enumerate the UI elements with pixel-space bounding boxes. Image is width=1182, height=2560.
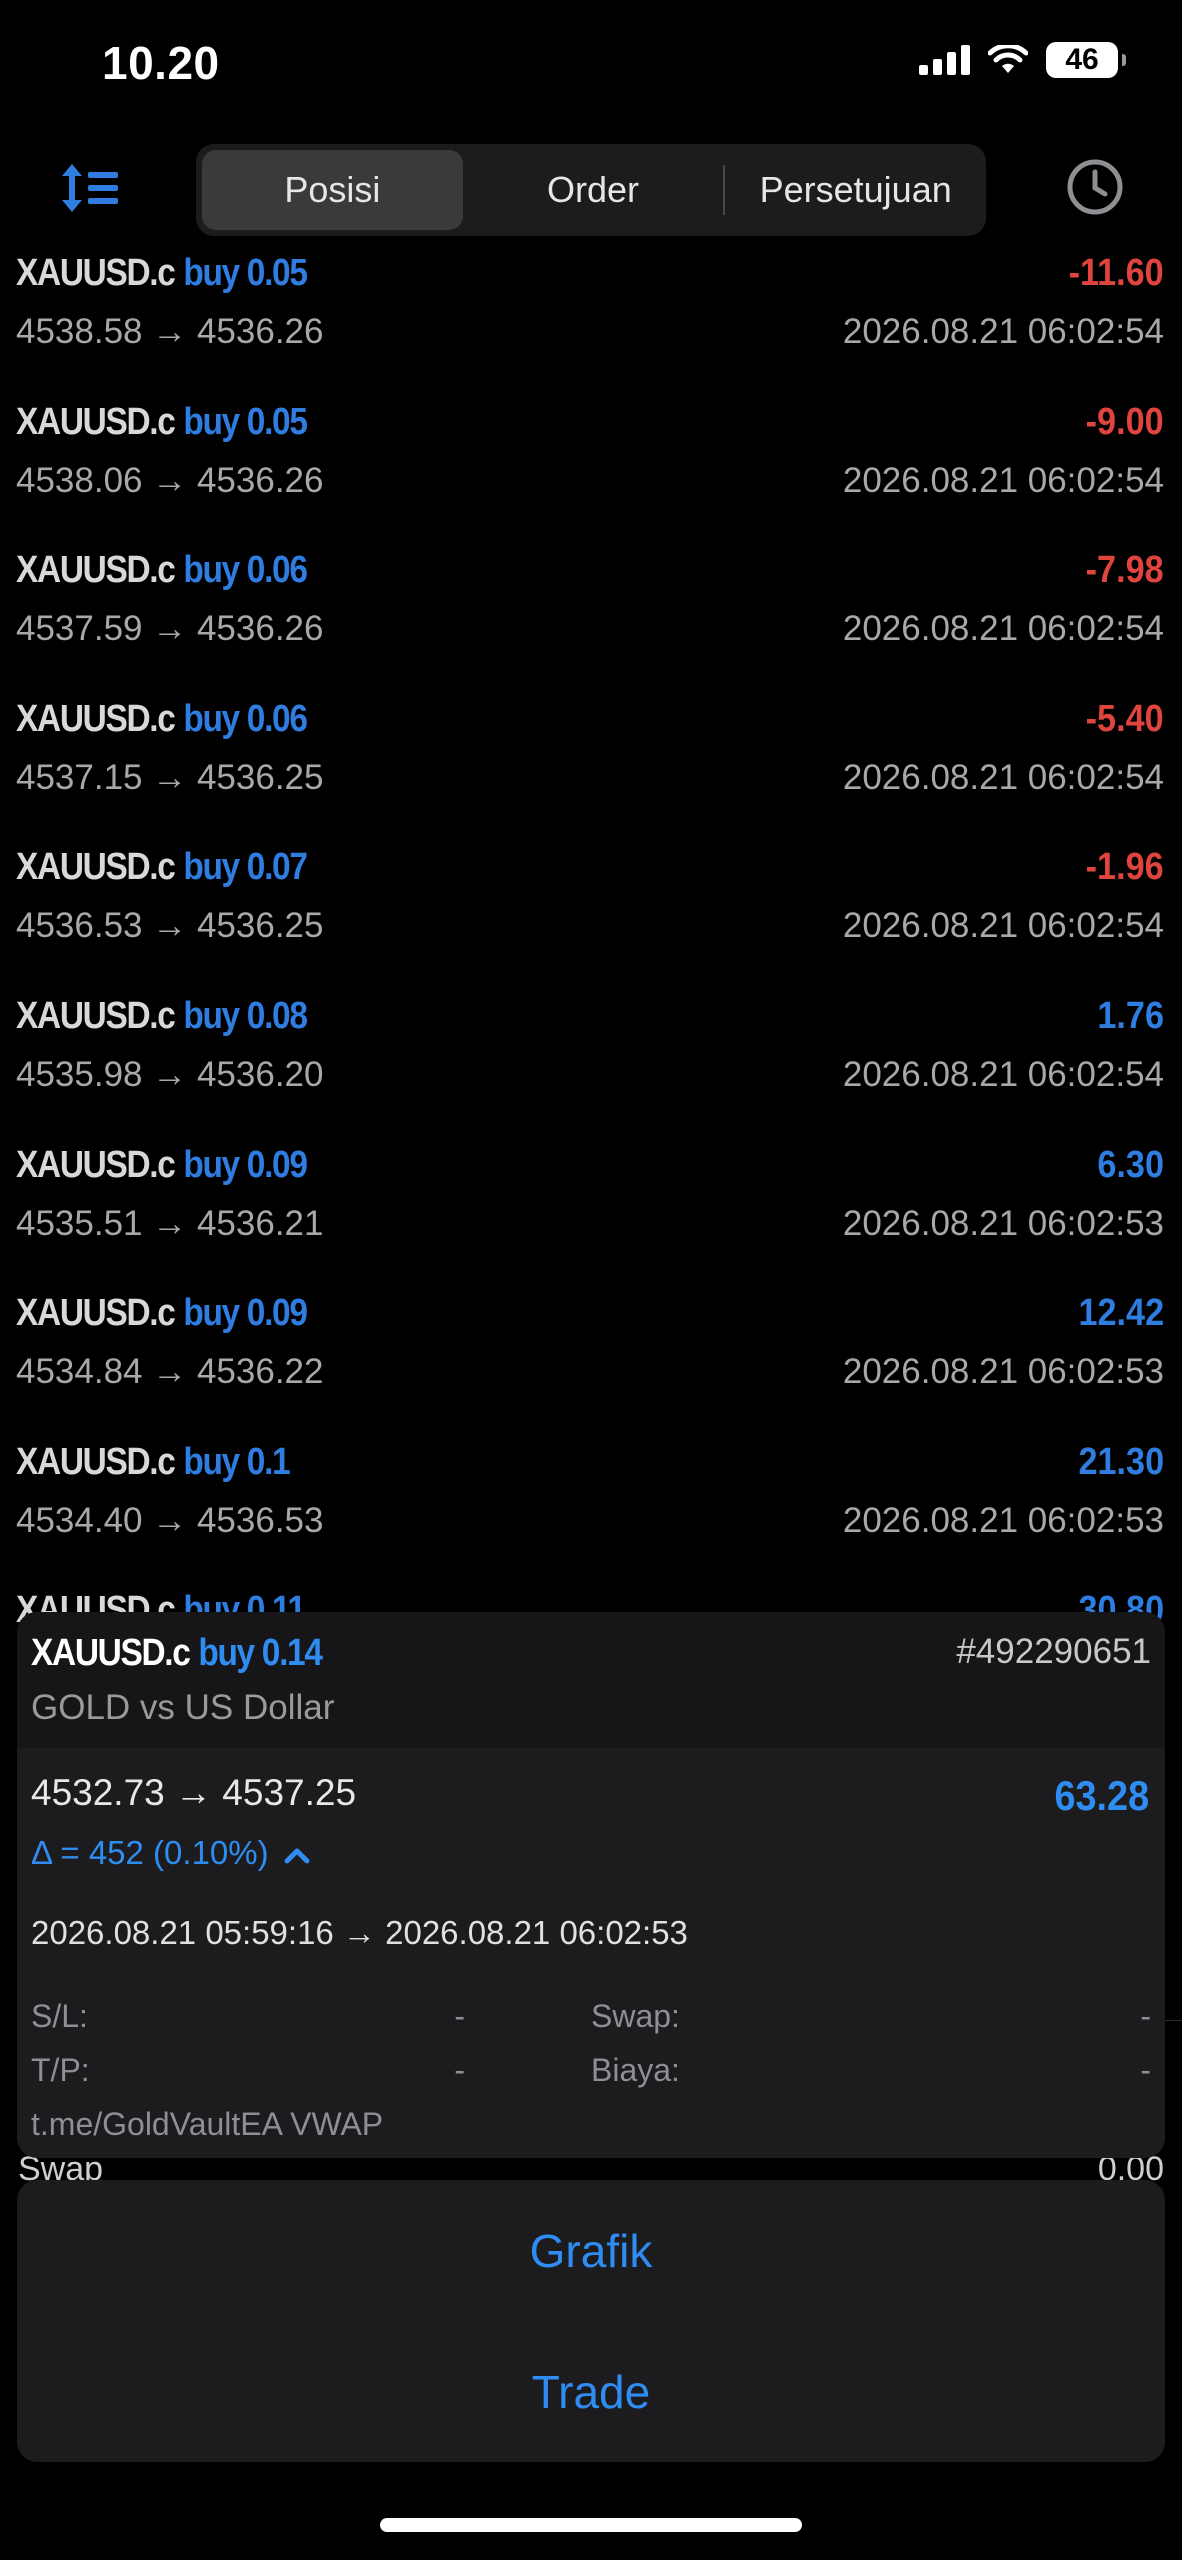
position-prices: 4537.15 → 4536.25 (16, 757, 324, 797)
position-row[interactable]: XAUUSD.c buy 0.08 1.76 4535.98 → 4536.20 … (0, 983, 1182, 1132)
detail-prices: 4532.73 → 4537.25 (31, 1772, 357, 1813)
position-time: 2026.08.21 06:02:54 (842, 312, 1164, 351)
detail-symbol: XAUUSD.c (31, 1632, 191, 1674)
detail-profit: 63.28 (1054, 1772, 1149, 1819)
position-time: 2026.08.21 06:02:54 (842, 906, 1164, 946)
position-symbol: XAUUSD.c (16, 400, 176, 443)
position-side: buy 0.09 (183, 1292, 308, 1335)
position-profit: -9.00 (1086, 400, 1164, 443)
detail-side: buy 0.14 (198, 1632, 323, 1674)
tab-persetujuan[interactable]: Persetujuan (725, 150, 986, 230)
position-symbol: XAUUSD.c (16, 846, 176, 889)
position-side: buy 0.05 (183, 252, 308, 294)
position-side: buy 0.07 (183, 846, 308, 889)
home-indicator[interactable] (380, 2518, 802, 2532)
position-time: 2026.08.21 06:02:54 (842, 1054, 1164, 1094)
position-row[interactable]: XAUUSD.c buy 0.06 -5.40 4537.15 → 4536.25… (0, 686, 1182, 835)
position-row[interactable]: XAUUSD.c buy 0.09 6.30 4535.51 → 4536.21 … (0, 1132, 1182, 1281)
position-side: buy 0.09 (183, 1143, 308, 1186)
position-time: 2026.08.21 06:02:54 (842, 757, 1164, 797)
tp-value: - (454, 2052, 465, 2088)
history-clock-icon[interactable] (1066, 158, 1124, 216)
position-profit: 6.30 (1097, 1143, 1164, 1186)
position-prices: 4538.06 → 4536.26 (16, 460, 324, 500)
cellular-signal-icon (919, 45, 970, 75)
position-profit: 1.76 (1097, 994, 1164, 1037)
position-time: 2026.08.21 06:02:54 (842, 460, 1164, 500)
sort-icon[interactable] (58, 160, 120, 216)
position-time: 2026.08.21 06:02:53 (842, 1203, 1164, 1243)
position-side: buy 0.05 (183, 400, 308, 443)
tp-label: T/P: (31, 2052, 90, 2088)
sl-value: - (454, 1998, 465, 2034)
position-side: buy 0.08 (183, 994, 308, 1037)
position-prices: 4535.98 → 4536.20 (16, 1054, 324, 1094)
position-profit: -1.96 (1086, 846, 1164, 889)
position-profit: -7.98 (1086, 549, 1164, 592)
position-time: 2026.08.21 06:02:53 (842, 1352, 1164, 1392)
position-prices: 4534.40 → 4536.53 (16, 1500, 324, 1540)
detail-ticket: #492290651 (956, 1632, 1151, 1671)
chart-button[interactable]: Grafik (17, 2180, 1165, 2321)
battery-icon: 46 (1046, 42, 1126, 78)
detail-description: GOLD vs US Dollar (31, 1688, 335, 1727)
sl-label: S/L: (31, 1998, 88, 2034)
action-sheet: Grafik Trade (17, 2180, 1165, 2462)
position-time: 2026.08.21 06:02:54 (842, 609, 1164, 649)
position-detail-card: XAUUSD.c buy 0.14 #492290651 GOLD vs US D… (17, 1612, 1165, 2158)
wifi-icon (988, 45, 1028, 73)
tab-segmented-control: Posisi Order Persetujuan (196, 144, 986, 236)
detail-delta[interactable]: Δ = 452 (0.10%) (31, 1834, 310, 1872)
chevron-up-icon (284, 1848, 310, 1864)
position-prices: 4537.59 → 4536.26 (16, 609, 324, 649)
detail-delta-text: Δ = 452 (0.10%) (31, 1834, 269, 1871)
position-symbol: XAUUSD.c (16, 1440, 176, 1483)
position-prices: 4536.53 → 4536.25 (16, 906, 324, 946)
position-row[interactable]: XAUUSD.c buy 0.06 -7.98 4537.59 → 4536.26… (0, 537, 1182, 686)
position-time: 2026.08.21 06:02:53 (842, 1500, 1164, 1540)
position-side: buy 0.06 (183, 697, 308, 740)
detail-header: XAUUSD.c buy 0.14 #492290651 GOLD vs US D… (17, 1612, 1165, 1748)
position-row[interactable]: XAUUSD.c buy 0.1 21.30 4534.40 → 4536.53 … (0, 1429, 1182, 1578)
position-symbol: XAUUSD.c (16, 1292, 176, 1335)
position-row[interactable]: XAUUSD.c buy 0.09 12.42 4534.84 → 4536.22… (0, 1280, 1182, 1429)
position-prices: 4538.58 → 4536.26 (16, 312, 324, 351)
position-symbol: XAUUSD.c (16, 697, 176, 740)
fee-value: - (1140, 2052, 1151, 2088)
status-time: 10.20 (102, 37, 220, 89)
position-row[interactable]: XAUUSD.c buy 0.05 -11.60 4538.58 → 4536.2… (0, 240, 1182, 389)
status-icons: 46 (919, 42, 1126, 78)
position-profit: 21.30 (1078, 1440, 1164, 1483)
position-prices: 4535.51 → 4536.21 (16, 1203, 324, 1243)
position-symbol: XAUUSD.c (16, 1143, 176, 1186)
position-side: buy 0.1 (183, 1440, 290, 1483)
position-profit: -11.60 (1068, 252, 1164, 294)
tab-posisi[interactable]: Posisi (202, 150, 463, 230)
position-row[interactable]: XAUUSD.c buy 0.07 -1.96 4536.53 → 4536.25… (0, 834, 1182, 983)
position-row[interactable]: XAUUSD.c buy 0.05 -9.00 4538.06 → 4536.26… (0, 389, 1182, 538)
detail-times: 2026.08.21 05:59:16 → 2026.08.21 06:02:5… (31, 1914, 688, 1951)
swap-value: - (1140, 1998, 1151, 2034)
position-symbol: XAUUSD.c (16, 549, 176, 592)
fee-label: Biaya: (591, 2052, 680, 2088)
tab-order[interactable]: Order (463, 150, 724, 230)
position-symbol: XAUUSD.c (16, 994, 176, 1037)
position-prices: 4534.84 → 4536.22 (16, 1352, 324, 1392)
position-symbol: XAUUSD.c (16, 252, 176, 294)
position-profit: 12.42 (1078, 1292, 1164, 1335)
swap-label: Swap: (591, 1998, 680, 2034)
position-profit: -5.40 (1086, 697, 1164, 740)
position-side: buy 0.06 (183, 549, 308, 592)
detail-comment: t.me/GoldVaultEA VWAP (31, 2106, 384, 2142)
trade-button[interactable]: Trade (17, 2321, 1165, 2462)
positions-list: XAUUSD.c buy 0.05 -11.60 4538.58 → 4536.2… (0, 240, 1182, 1637)
